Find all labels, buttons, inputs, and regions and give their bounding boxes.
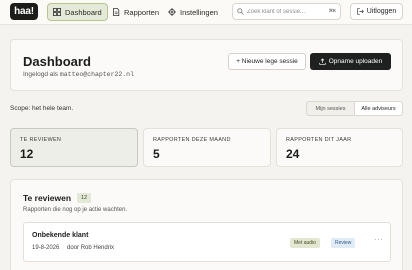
scope-option-mine[interactable]: Mijn sessies xyxy=(307,102,354,115)
upload-recording-button[interactable]: Opname uploaden xyxy=(310,53,391,70)
nav-item-instellingen[interactable]: Instellingen xyxy=(163,3,223,21)
scope-option-all[interactable]: Alle adviseurs xyxy=(354,102,402,115)
nav-item-label: Instellingen xyxy=(180,7,218,17)
logout-button[interactable]: Uitloggen xyxy=(350,3,403,20)
stat-value: 12 xyxy=(20,147,34,161)
login-info: Ingelogd als matteo@chapter22.nl xyxy=(23,71,134,78)
stat-label: RAPPORTEN DIT JAAR xyxy=(286,137,352,143)
stat-card-to-review[interactable]: TE REVIEWEN 12 xyxy=(10,128,138,167)
top-navigation-bar: haa! Dashboard Rapporten Instellingen Zo… xyxy=(0,0,412,25)
logout-label: Uitloggen xyxy=(366,8,397,15)
stat-value: 5 xyxy=(153,147,160,161)
search-box[interactable]: ⌘K xyxy=(232,3,341,20)
search-icon xyxy=(237,8,244,15)
logout-icon xyxy=(357,8,364,15)
section-title: Te reviewen xyxy=(23,193,72,203)
section-subtitle: Rapporten die nog op je actie wachten. xyxy=(23,207,128,213)
nav-item-rapporten[interactable]: Rapporten xyxy=(107,3,164,21)
count-badge: 12 xyxy=(77,193,92,203)
new-session-button[interactable]: + Nieuwe lege sessie xyxy=(228,53,306,70)
page-title: Dashboard xyxy=(23,54,91,69)
stat-label: TE REVIEWEN xyxy=(20,137,62,143)
stat-card-reports-year[interactable]: RAPPORTEN DIT JAAR 24 xyxy=(276,128,403,167)
upload-icon xyxy=(319,58,326,65)
nav-item-label: Rapporten xyxy=(124,7,160,17)
item-author: door Rob Hendrix xyxy=(67,245,115,251)
scope-text: Scope: het hele team. xyxy=(10,105,74,112)
item-date: 19-8-2026 xyxy=(32,245,60,251)
search-input[interactable] xyxy=(247,8,327,15)
dashboard-header-card: Dashboard Ingelogd als matteo@chapter22.… xyxy=(10,39,403,91)
app-logo[interactable]: haa! xyxy=(10,3,38,20)
grid-icon xyxy=(53,8,61,16)
status-badge: Review xyxy=(331,238,356,248)
list-item[interactable]: Onbekende klant 19-8-2026 door Rob Hendr… xyxy=(23,222,391,262)
audio-badge: Met audio xyxy=(290,238,320,248)
item-meta: 19-8-2026 door Rob Hendrix xyxy=(32,245,114,251)
login-prefix: Ingelogd als xyxy=(23,71,59,78)
stat-label: RAPPORTEN DEZE MAAND xyxy=(153,137,231,143)
stat-card-reports-month[interactable]: RAPPORTEN DEZE MAAND 5 xyxy=(143,128,271,167)
review-section: Te reviewen 12 Rapporten die nog op je a… xyxy=(10,179,403,270)
nav-item-label: Dashboard xyxy=(65,7,102,17)
gear-icon xyxy=(168,8,176,16)
item-title: Onbekende klant xyxy=(32,232,89,239)
upload-label: Opname uploaden xyxy=(328,58,383,65)
nav-item-dashboard[interactable]: Dashboard xyxy=(47,3,108,21)
scope-toggle: Mijn sessies Alle adviseurs xyxy=(306,101,403,116)
search-shortcut: ⌘K xyxy=(328,8,336,13)
more-options-icon[interactable]: ··· xyxy=(374,235,384,244)
document-icon xyxy=(113,8,120,16)
stat-value: 24 xyxy=(286,147,300,161)
login-email: matteo@chapter22.nl xyxy=(59,71,134,78)
